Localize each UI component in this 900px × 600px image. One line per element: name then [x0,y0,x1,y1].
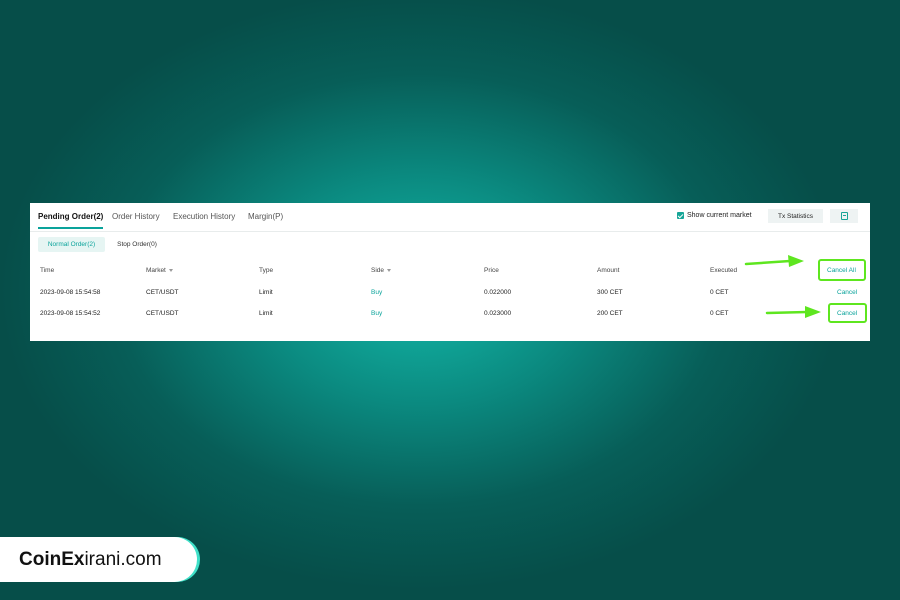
export-button[interactable] [830,209,858,223]
header-side-label: Side [371,267,385,274]
tab-order-history[interactable]: Order History [112,212,160,221]
header-time: Time [40,267,55,274]
row1-time: 2023-09-08 15:54:58 [40,289,101,296]
row1-side: Buy [371,289,383,296]
row1-type: Limit [259,289,273,296]
sort-caret-icon [387,268,392,272]
row1-cancel-button[interactable]: Cancel [837,289,857,296]
row2-type: Limit [259,310,273,317]
brand-watermark: CoinEx irani.com [0,537,197,582]
tab-pending-order[interactable]: Pending Order(2) [38,212,104,229]
header-amount: Amount [597,267,620,274]
header-market[interactable]: Market [146,267,173,274]
document-icon [840,212,848,220]
header-market-label: Market [146,267,166,274]
cancel-highlight [828,303,867,323]
header-side[interactable]: Side [371,267,392,274]
subtab-stop-order[interactable]: Stop Order(0) [112,237,162,252]
header-executed: Executed [710,267,738,274]
row2-price: 0.023000 [484,310,512,317]
row2-executed: 0 CET [710,310,729,317]
row1-market: CET/USDT [146,289,179,296]
checkbox-checked-icon[interactable] [677,212,684,219]
tab-execution-history[interactable]: Execution History [173,212,235,221]
row2-side: Buy [371,310,383,317]
header-type: Type [259,267,274,274]
row2-market: CET/USDT [146,310,179,317]
brand-name-bold: CoinEx [19,548,85,570]
show-current-market-toggle[interactable]: Show current market [677,212,752,219]
row1-price: 0.022000 [484,289,512,296]
tab-margin[interactable]: Margin(P) [248,212,283,221]
row2-amount: 200 CET [597,310,623,317]
arrow-right-icon [765,306,821,318]
row2-time: 2023-09-08 15:54:52 [40,310,101,317]
arrow-right-icon [744,255,804,267]
orders-panel: Pending Order(2) Order History Execution… [30,203,870,341]
row1-executed: 0 CET [710,289,729,296]
row1-amount: 300 CET [597,289,623,296]
sort-caret-icon [168,268,173,272]
brand-name-rest: irani.com [84,548,162,570]
header-price: Price [484,267,499,274]
subtab-normal-order[interactable]: Normal Order(2) [38,237,105,252]
tx-statistics-button[interactable]: Tx Statistics [768,209,823,223]
show-current-market-label: Show current market [687,212,752,219]
cancel-all-highlight [818,259,866,281]
order-tabs: Pending Order(2) Order History Execution… [30,203,870,232]
